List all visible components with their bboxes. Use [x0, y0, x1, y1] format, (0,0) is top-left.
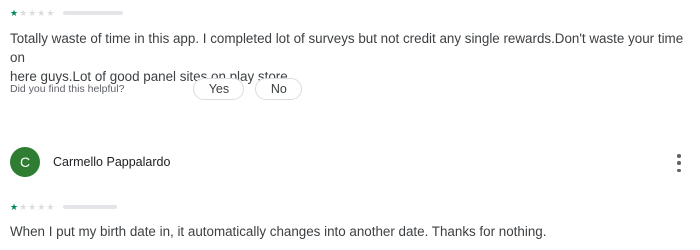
review-rating: ★ ★ ★ ★ ★: [10, 7, 124, 19]
star-icon: ★: [28, 201, 37, 212]
star-icon: ★: [28, 7, 37, 18]
star-icon: ★: [19, 201, 28, 212]
reviewer-header: C Carmello Pappalardo: [10, 147, 170, 177]
avatar: C: [10, 147, 40, 177]
star-icon: ★: [19, 7, 28, 18]
helpful-no-button[interactable]: No: [255, 78, 303, 100]
menu-dot: [677, 168, 681, 172]
reviews-section: ★ ★ ★ ★ ★ Totally waste of time in this …: [0, 0, 700, 250]
menu-dot: [677, 161, 681, 165]
helpful-question: Did you find this helpful?: [10, 83, 125, 95]
menu-dot: [677, 154, 681, 158]
star-rating: ★ ★ ★ ★ ★: [10, 201, 55, 212]
review-rating: ★ ★ ★ ★ ★: [10, 201, 118, 213]
star-icon: ★: [46, 7, 55, 18]
review-date-blurred: [63, 205, 118, 209]
helpful-yes-button[interactable]: Yes: [193, 78, 245, 100]
review-date-blurred: [63, 11, 124, 15]
reviewer-name: Carmello Pappalardo: [53, 155, 171, 169]
star-icon: ★: [37, 7, 46, 18]
star-rating: ★ ★ ★ ★ ★: [10, 7, 55, 18]
star-icon: ★: [10, 7, 19, 18]
star-icon: ★: [37, 201, 46, 212]
more-vert-icon[interactable]: [672, 154, 686, 172]
review-text: When I put my birth date in, it automati…: [10, 224, 547, 239]
star-icon: ★: [10, 201, 19, 212]
helpful-prompt: Did you find this helpful? Yes No: [10, 78, 303, 100]
star-icon: ★: [46, 201, 55, 212]
